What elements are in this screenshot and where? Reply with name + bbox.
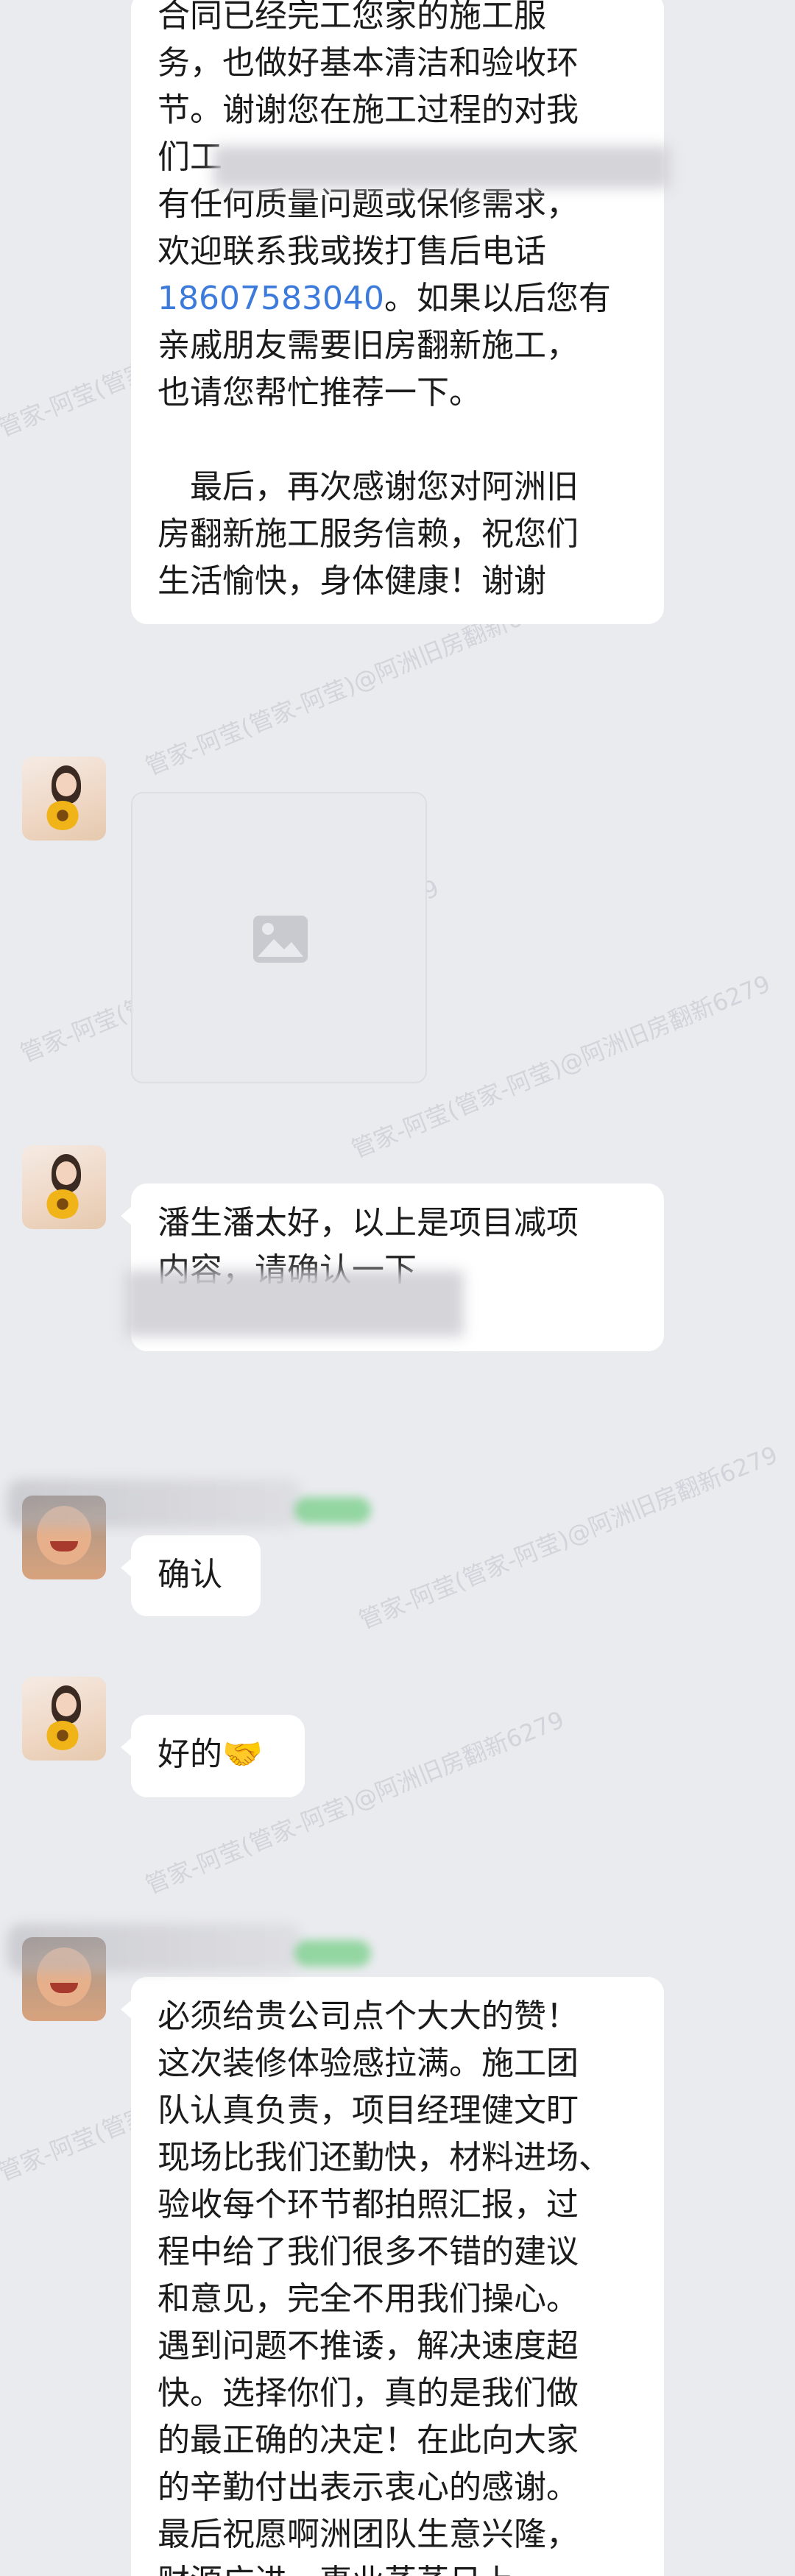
message-line: 最后祝愿啊洲团队生意兴隆， <box>158 2516 579 2553</box>
chat-screen: 管家-阿莹(管家-阿莹)@阿洲旧房翻新6279 管家-阿莹(管家-阿莹)@阿洲旧… <box>0 0 795 2576</box>
message-line: 和意见，完全不用我们操心。 <box>158 2280 579 2318</box>
avatar-face <box>56 1693 77 1716</box>
message-line: 务，也做好基本清洁和验收环 <box>158 44 579 82</box>
image-message[interactable] <box>131 792 427 1083</box>
message-line: 现场比我们还勤快，材料进场、 <box>158 2139 611 2176</box>
designer-avatar[interactable] <box>22 1677 106 1761</box>
message-text: 好的 <box>158 1735 222 1773</box>
message-line: 潘生潘太好，以上是项目减项 <box>158 1204 579 1242</box>
designer-avatar[interactable] <box>22 757 106 841</box>
blurred-sender-name <box>7 1479 302 1528</box>
bubble-tail <box>121 1999 132 2020</box>
message-bubble[interactable]: 必须给贵公司点个大大的赞！ 这次装修体验感拉满。施工团 队认真负责，项目经理健文… <box>121 1977 664 2576</box>
designer-avatar[interactable] <box>22 1145 106 1229</box>
sunflower-icon <box>46 801 80 830</box>
sunflower-icon <box>46 1721 80 1750</box>
message-line: 队认真负责，项目经理健文盯 <box>158 2092 579 2129</box>
message-line: 节。谢谢您在施工过程的对我 <box>158 91 579 129</box>
message-bubble[interactable]: 合同已经完工您家的施工服 务，也做好基本清洁和验收环 节。谢谢您在施工过程的对我… <box>131 0 664 624</box>
image-placeholder-icon <box>253 916 308 963</box>
message-line: 的最正确的决定！在此向大家 <box>158 2421 579 2459</box>
message-line: 房翻新施工服务信赖，祝您们 <box>158 515 579 553</box>
phone-link[interactable]: 18607583040 <box>158 280 384 317</box>
message-text: 。如果以后您有 <box>384 280 611 317</box>
avatar-face <box>56 773 77 796</box>
message-line: 这次装修体验感拉满。施工团 <box>158 2045 579 2082</box>
message-line: 验收每个环节都拍照汇报，过 <box>158 2186 579 2223</box>
message-line: 也请您帮忙推荐一下。 <box>158 374 481 411</box>
message-line: 财源广进，事业蒸蒸日上。 <box>158 2558 664 2576</box>
bubble-tail <box>121 1737 132 1758</box>
message-text: 确认 <box>158 1556 222 1593</box>
message-line: 快。选择你们，真的是我们做 <box>158 2374 579 2412</box>
message-line: 的辛勤付出表示衷心的感谢。 <box>158 2469 579 2506</box>
privacy-blur <box>125 1270 464 1337</box>
message-line: 必须给贵公司点个大大的赞！ <box>158 1998 579 2035</box>
message-line: 遇到问题不推诿，解决速度超 <box>158 2327 579 2365</box>
wechat-tag-badge <box>294 1940 371 1967</box>
message-line: 亲戚朋友需要旧房翻新施工， <box>158 327 579 364</box>
wechat-tag-badge <box>294 1497 371 1524</box>
message-bubble[interactable]: 确认 <box>121 1535 261 1616</box>
message-bubble[interactable]: 好的🤝 <box>121 1715 305 1797</box>
message-line: 好的🤝 <box>158 1731 305 1778</box>
message-line: 18607583040。如果以后您有 <box>158 275 664 322</box>
sunflower-icon <box>46 1189 80 1219</box>
bubble-tail <box>121 1557 132 1578</box>
message-line: 最后，再次感谢您对阿洲旧 <box>158 468 579 506</box>
bubble-tail <box>121 1206 132 1226</box>
message-line: 欢迎联系我或拨打售后电话 <box>158 233 546 270</box>
message-line: 程中给了我们很多不错的建议 <box>158 2233 579 2271</box>
avatar-face <box>56 1161 77 1185</box>
handshake-emoji: 🤝 <box>222 1735 263 1773</box>
message-line <box>158 417 664 464</box>
message-line: 生活愉快，身体健康！谢谢 <box>158 562 546 600</box>
watermark: 管家-阿莹(管家-阿莹)@阿洲旧房翻新6279 <box>355 1440 782 1635</box>
message-line: 合同已经完工您家的施工服 <box>158 0 546 35</box>
blurred-sender-name <box>7 1924 302 1972</box>
privacy-blur <box>213 146 670 188</box>
